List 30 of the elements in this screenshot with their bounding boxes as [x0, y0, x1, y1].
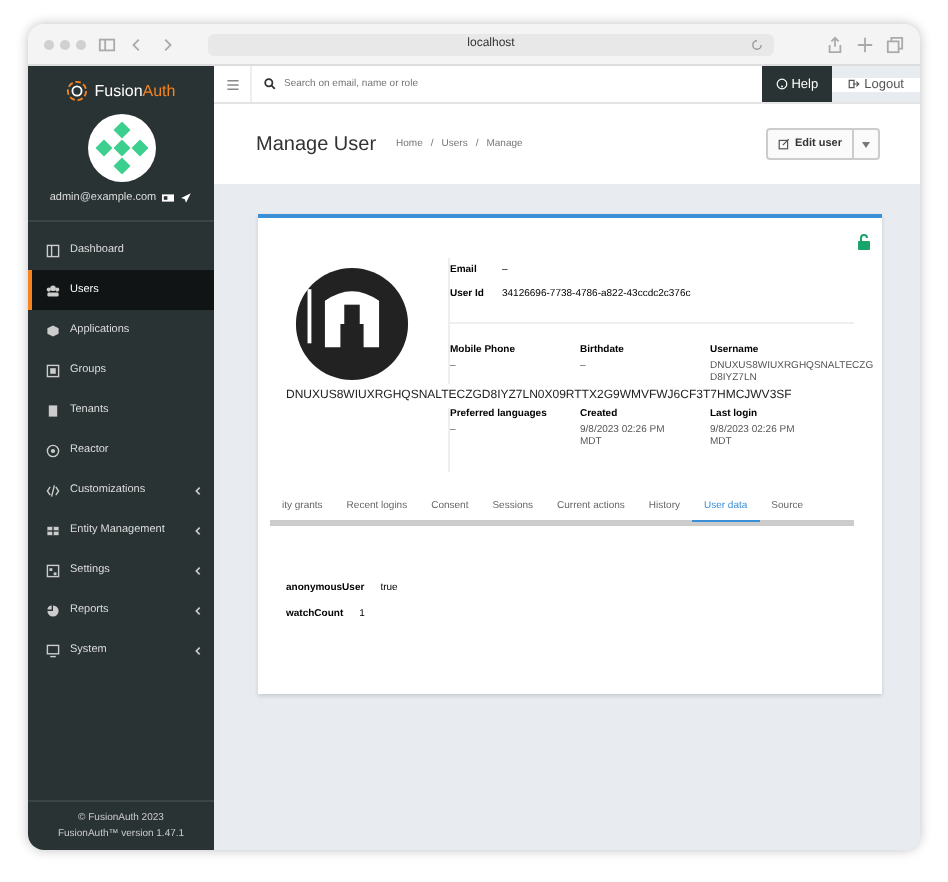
code-icon — [46, 483, 60, 497]
logout-icon — [848, 78, 861, 90]
page-title: Manage User — [256, 133, 377, 155]
logo-icon — [66, 79, 89, 101]
tabs-overview-icon[interactable] — [886, 35, 904, 53]
send-icon[interactable] — [180, 192, 193, 204]
help-icon — [775, 78, 788, 90]
sliders-icon — [46, 563, 60, 577]
share-icon[interactable] — [826, 35, 844, 53]
monitor-icon — [46, 643, 60, 657]
minimize-dot[interactable] — [60, 39, 70, 49]
groups-icon — [46, 363, 60, 377]
zoom-dot[interactable] — [76, 39, 86, 49]
logo-text: FusionAuth — [94, 81, 176, 99]
sidebar-toggle-icon[interactable] — [98, 35, 116, 53]
grid-icon — [46, 523, 60, 537]
reload-icon[interactable] — [750, 37, 764, 51]
menu-icon — [225, 77, 239, 91]
cube-icon — [46, 323, 60, 337]
edit-icon — [778, 138, 791, 150]
new-tab-icon[interactable] — [856, 35, 874, 53]
menu-button[interactable] — [214, 66, 252, 102]
reactor-icon — [46, 443, 60, 457]
id-card-icon[interactable] — [162, 192, 175, 204]
dashboard-icon — [46, 243, 60, 257]
caret-icon — [862, 141, 870, 147]
pie-icon — [46, 603, 60, 617]
close-dot[interactable] — [44, 39, 54, 49]
users-icon — [46, 283, 60, 297]
unlocked-padlock-icon — [858, 234, 870, 250]
